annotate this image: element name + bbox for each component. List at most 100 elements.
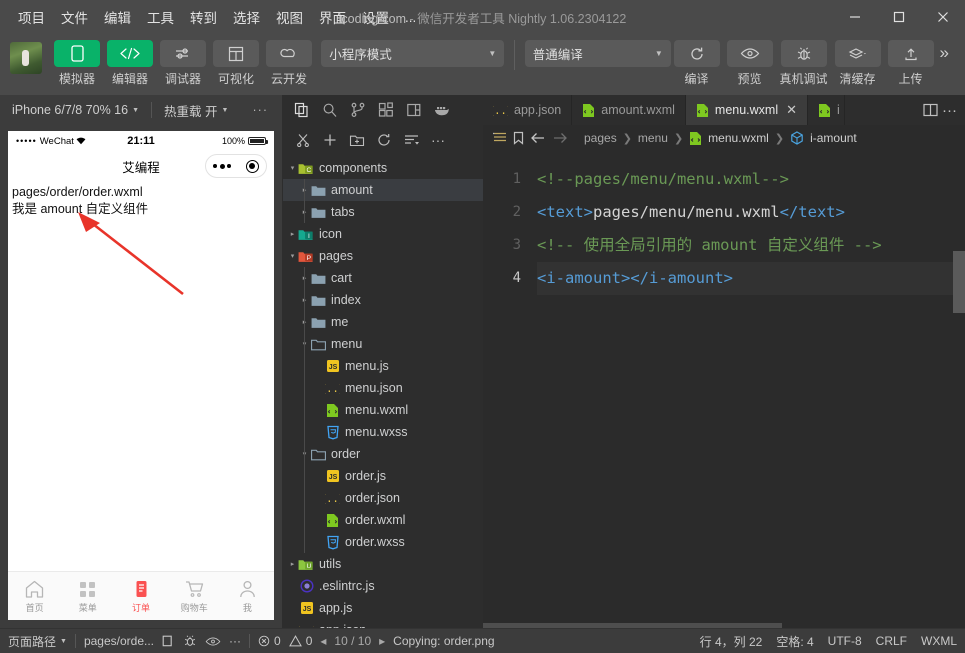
editor-tab-menu-wxml[interactable]: menu.wxml ✕	[685, 95, 809, 125]
avatar[interactable]	[10, 42, 42, 74]
menu-item-5[interactable]: 选择	[225, 4, 268, 30]
editor-vertical-scrollbar[interactable]	[953, 151, 965, 628]
breadcrumb-segment-pages[interactable]: pages	[584, 131, 617, 145]
code-lines[interactable]: <!--pages/menu/menu.wxml--> <text>pages/m…	[531, 151, 965, 628]
menu-item-7[interactable]: 界面	[311, 4, 354, 30]
wechat-capsule-button[interactable]	[205, 154, 267, 178]
simulator-more-button[interactable]: ···	[253, 103, 275, 117]
toolbar-button-device-debug[interactable]: 真机调试	[780, 40, 828, 87]
files-icon[interactable]	[289, 98, 315, 122]
code-line-4[interactable]: <i-amount></i-amount>	[537, 262, 965, 295]
device-select[interactable]: iPhone 6/7/8 70% 16 ▼	[8, 101, 143, 119]
menu-item-6[interactable]: 视图	[268, 4, 311, 30]
breadcrumb-segment-symbol[interactable]: i-amount	[810, 131, 857, 145]
phone-tab-home[interactable]: 首页	[8, 579, 61, 614]
indent-setting[interactable]: 空格: 4	[776, 633, 813, 650]
menu-item-2[interactable]: 编辑	[96, 4, 139, 30]
chevron-right-icon[interactable]: ▸	[287, 230, 298, 238]
tree-item-tabs[interactable]: ▸tabs	[283, 201, 483, 223]
maximize-button[interactable]	[877, 0, 921, 34]
cursor-position[interactable]: 行 4，列 22	[700, 633, 763, 650]
collapse-all-icon[interactable]	[399, 129, 423, 151]
scrollbar-thumb[interactable]	[953, 251, 965, 313]
tree-item-cart[interactable]: ▸cart	[283, 267, 483, 289]
scrollbar-thumb[interactable]	[483, 623, 782, 628]
tree-item-components[interactable]: ▾ Ccomponents	[283, 157, 483, 179]
eol-setting[interactable]: CRLF	[876, 634, 907, 648]
tree-item-utils[interactable]: ▸ Uutils	[283, 553, 483, 575]
tree-item-amount[interactable]: ▸amount	[283, 179, 483, 201]
phone-tab-menu[interactable]: 菜单	[61, 579, 114, 614]
tree-item-app-js[interactable]: JS app.js	[283, 597, 483, 619]
page-path-select[interactable]: 页面路径 ▼	[8, 633, 67, 650]
tree-item-app-json[interactable]: {..} app.json	[283, 619, 483, 628]
menu-item-8[interactable]: 设置	[354, 4, 397, 30]
tree-item-order-wxss[interactable]: order.wxss	[283, 531, 483, 553]
chevron-down-icon[interactable]: ▾	[287, 164, 298, 172]
error-count[interactable]: 0	[258, 634, 281, 648]
toolbar-button-editor[interactable]: 编辑器	[107, 40, 153, 87]
current-path[interactable]: pages/orde...	[84, 634, 154, 648]
encoding-setting[interactable]: UTF-8	[828, 634, 862, 648]
tree-item-menu-wxss[interactable]: menu.wxss	[283, 421, 483, 443]
editor-tab-i[interactable]: i	[808, 95, 845, 125]
refresh-icon[interactable]	[372, 129, 396, 151]
chevron-down-icon[interactable]: ▾	[287, 252, 298, 260]
menu-item-1[interactable]: 文件	[53, 4, 96, 30]
split-editor-icon[interactable]	[923, 103, 938, 117]
toolbar-button-debugger[interactable]: 调试器	[160, 40, 206, 87]
tree-item-menu-json[interactable]: {..} menu.json	[283, 377, 483, 399]
breadcrumb-segment-menu[interactable]: menu	[638, 131, 668, 145]
cut-icon[interactable]	[291, 129, 315, 151]
code-line-1[interactable]: <!--pages/menu/menu.wxml-->	[537, 163, 965, 196]
tree-item-menu-wxml[interactable]: menu.wxml	[283, 399, 483, 421]
mode-select[interactable]: 小程序模式 ▼	[321, 40, 505, 67]
editor-tab-app-json[interactable]: {..} app.json	[483, 95, 573, 125]
close-tab-icon[interactable]: ✕	[786, 102, 797, 118]
tree-item-me[interactable]: ▸me	[283, 311, 483, 333]
tree-item-order-js[interactable]: JS order.js	[283, 465, 483, 487]
toolbar-button-clear-cache[interactable]: 清缓存	[834, 40, 881, 87]
tree-item-pages[interactable]: ▾ Ppages	[283, 245, 483, 267]
outline-icon[interactable]	[493, 132, 507, 144]
editor-horizontal-scrollbar[interactable]	[483, 623, 965, 628]
toolbar-button-simulator[interactable]: 模拟器	[54, 40, 100, 87]
menu-item-4[interactable]: 转到	[182, 4, 225, 30]
toolbar-overflow-button[interactable]: »	[934, 40, 955, 66]
phone-tab-cart[interactable]: 购物车	[168, 579, 221, 614]
more-icon[interactable]: ···	[942, 102, 957, 119]
code-editor[interactable]: 1 2 3 4 <!--pages/menu/menu.wxml--> <text>pa…	[483, 151, 965, 628]
more-icon[interactable]: ···	[426, 129, 450, 151]
bookmark-icon[interactable]	[513, 131, 524, 145]
language-mode[interactable]: WXML	[921, 634, 957, 648]
menu-item-3[interactable]: 工具	[139, 4, 182, 30]
code-line-3[interactable]: <!-- 使用全局引用的 amount 自定义组件 -->	[537, 229, 965, 262]
new-folder-icon[interactable]	[345, 129, 369, 151]
docker-icon[interactable]	[429, 98, 455, 122]
minimize-button[interactable]	[833, 0, 877, 34]
compile-select[interactable]: 普通编译 ▼	[524, 40, 671, 67]
copy-icon[interactable]	[162, 635, 175, 648]
tree-item-icon[interactable]: ▸ Iicon	[283, 223, 483, 245]
breadcrumb-segment-file[interactable]: menu.wxml	[708, 131, 769, 145]
tree-item-menu[interactable]: ▾menu	[283, 333, 483, 355]
phone-tab-order[interactable]: 订单	[114, 579, 167, 614]
source-control-icon[interactable]	[345, 98, 371, 122]
tree-item-order-json[interactable]: {..} order.json	[283, 487, 483, 509]
editor-tab-amount-wxml[interactable]: amount.wxml	[572, 95, 686, 125]
status-bug-icon[interactable]	[183, 634, 197, 648]
window-icon[interactable]	[401, 98, 427, 122]
chevron-right-icon[interactable]: ▸	[287, 560, 298, 568]
search-icon[interactable]	[317, 98, 343, 122]
menu-item-9[interactable]: ...	[397, 7, 424, 28]
hot-reload-select[interactable]: 热重载 开 ▼	[160, 99, 232, 122]
code-line-2[interactable]: <text>pages/menu/menu.wxml</text>	[537, 196, 965, 229]
toolbar-button-preview[interactable]: 预览	[726, 40, 773, 87]
menu-item-0[interactable]: 项目	[10, 4, 53, 30]
toolbar-button-visual[interactable]: 可视化	[213, 40, 259, 87]
phone-tab-me[interactable]: 我	[221, 579, 274, 614]
tree-item-index[interactable]: ▸index	[283, 289, 483, 311]
status-eye-icon[interactable]	[205, 636, 221, 647]
back-icon[interactable]	[530, 132, 546, 144]
close-button[interactable]	[921, 0, 965, 34]
